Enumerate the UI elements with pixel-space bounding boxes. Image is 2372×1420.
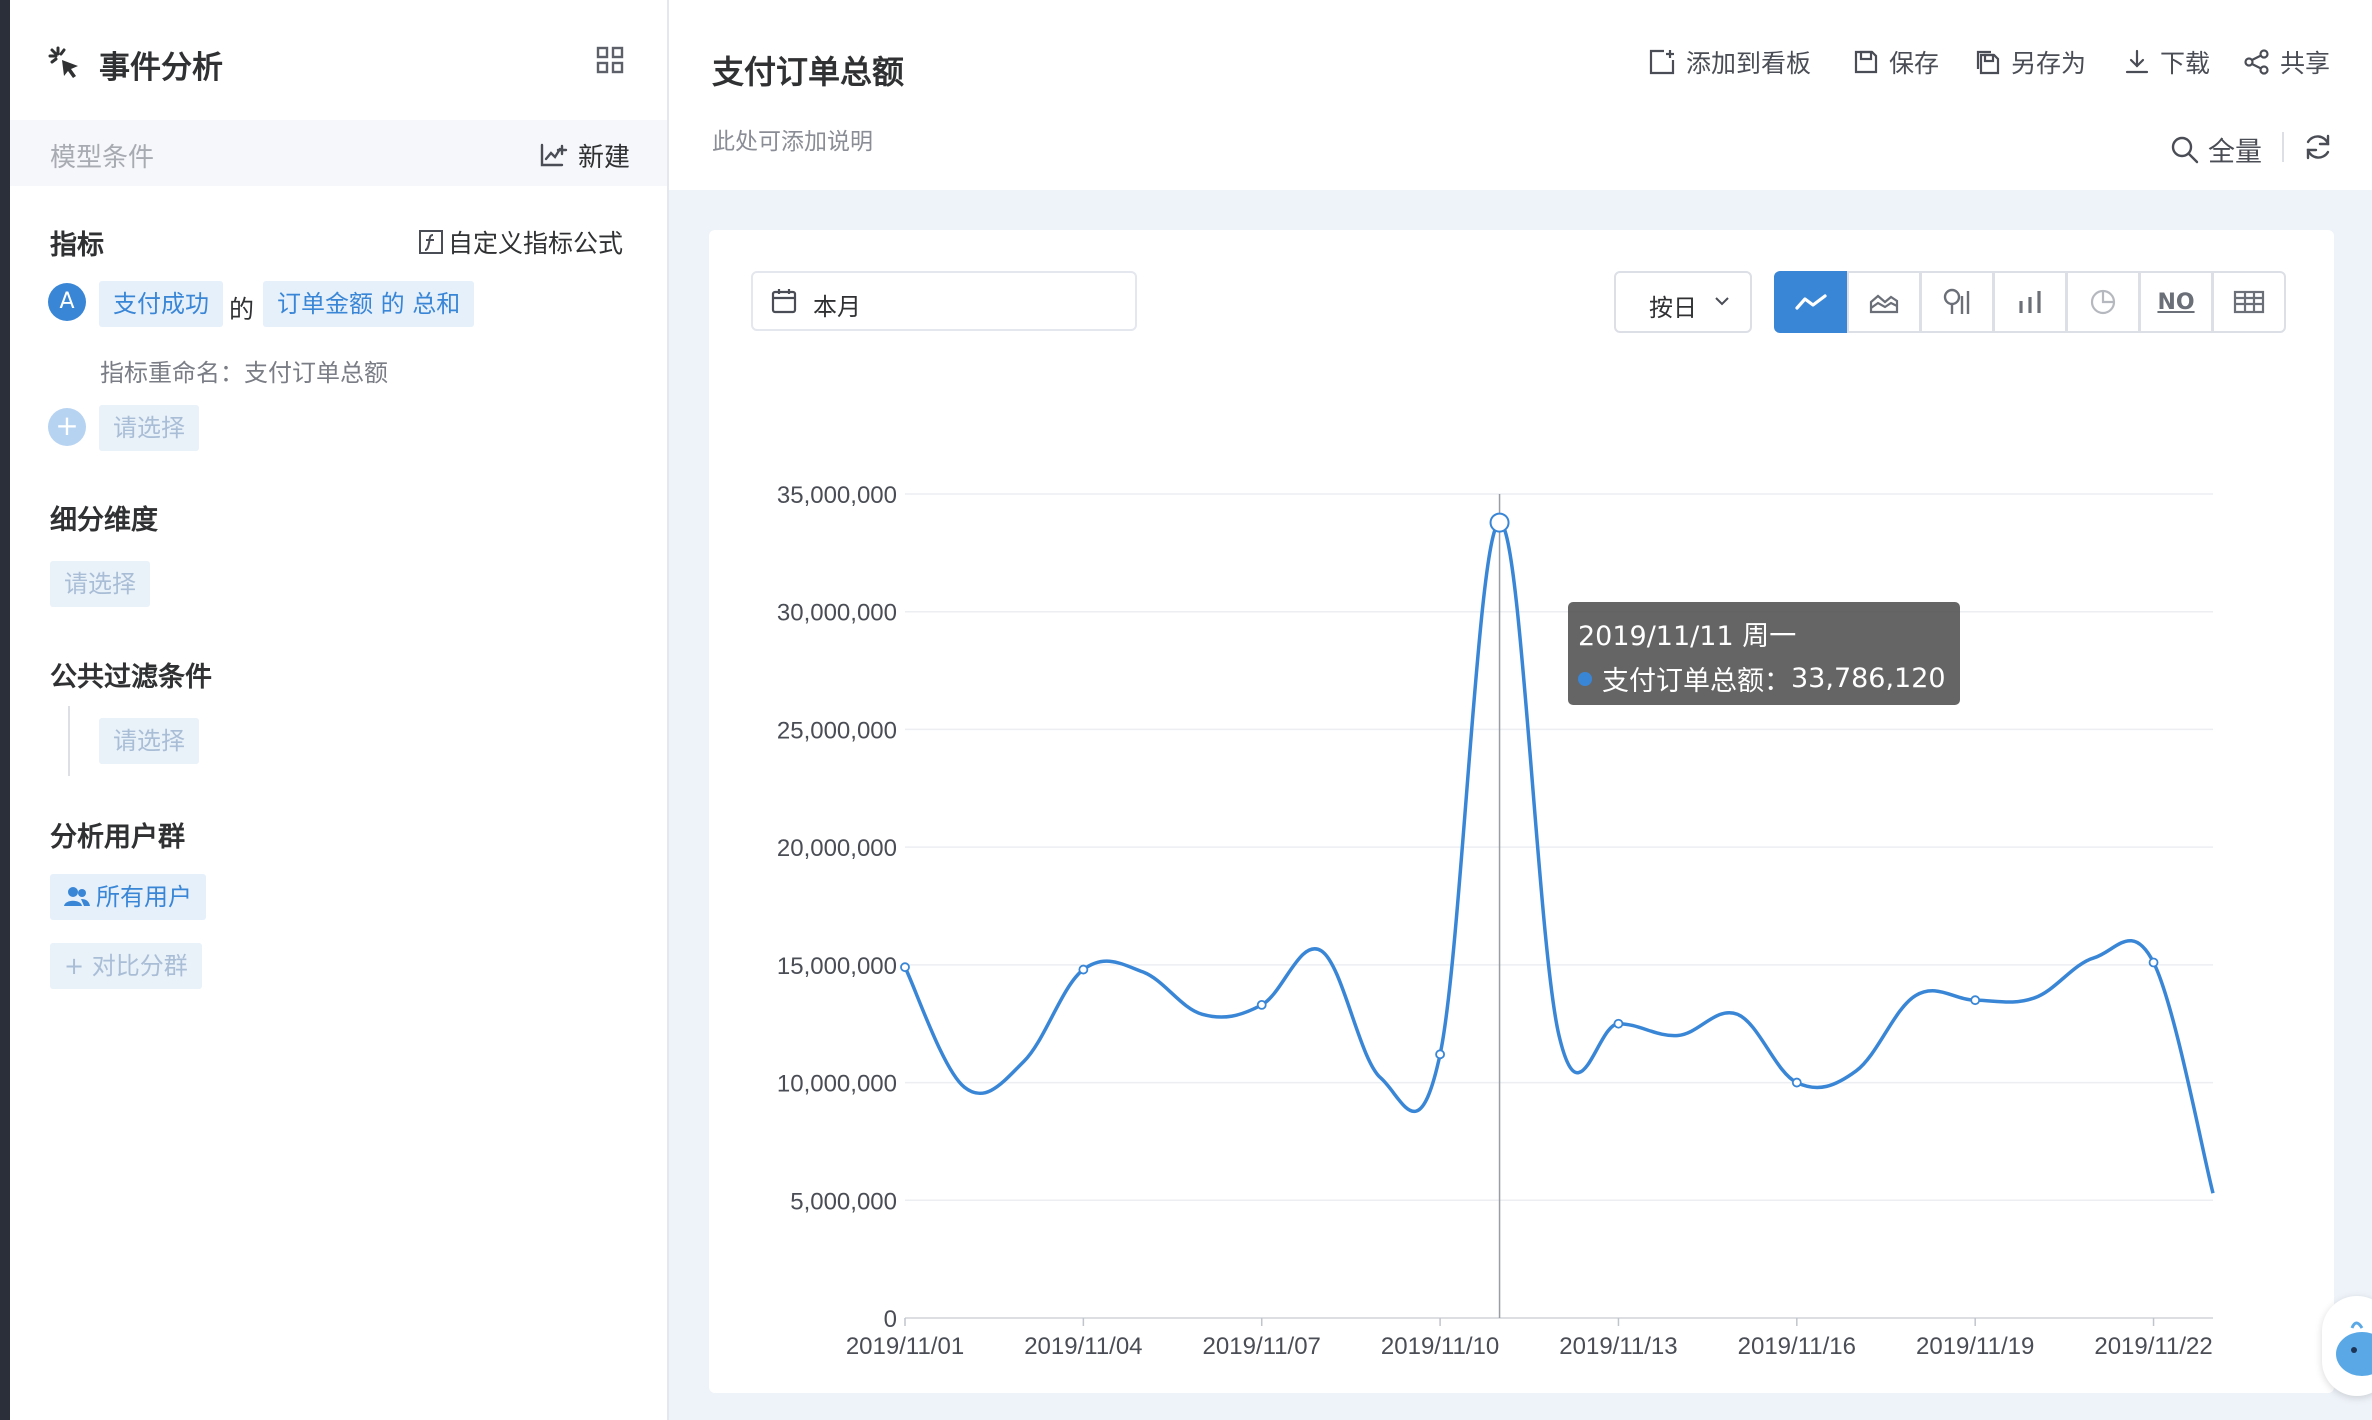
tooltip-date: 2019/11/11 周一 bbox=[1578, 621, 1797, 652]
grid-lines bbox=[905, 493, 2213, 1319]
y-tick-label: 30,000,000 bbox=[777, 600, 897, 627]
y-tick-label: 0 bbox=[884, 1306, 897, 1333]
x-tick-label: 2019/11/13 bbox=[1559, 1333, 1677, 1360]
highlighted-point bbox=[1489, 512, 1510, 533]
y-tick-label: 35,000,000 bbox=[777, 482, 897, 509]
y-axis-ticks: 0 5,000,000 10,000,000 15,000,000 20,000,000… bbox=[777, 482, 897, 1333]
data-point bbox=[900, 962, 910, 973]
tooltip-value: 33,786,120 bbox=[1791, 663, 1946, 694]
y-tick-label: 15,000,000 bbox=[777, 953, 897, 980]
data-point bbox=[2148, 957, 2159, 968]
x-tick-label: 2019/11/19 bbox=[1916, 1333, 2034, 1360]
series-line[interactable] bbox=[903, 520, 2215, 1194]
data-point bbox=[1435, 1049, 1445, 1060]
data-point bbox=[1970, 995, 1981, 1006]
y-tick-label: 5,000,000 bbox=[790, 1188, 897, 1215]
assistant-widget[interactable] bbox=[2322, 1296, 2372, 1396]
whale-icon bbox=[2332, 1314, 2372, 1378]
y-tick-label: 20,000,000 bbox=[777, 835, 897, 862]
data-point bbox=[1613, 1018, 1624, 1029]
data-point bbox=[1078, 964, 1089, 975]
x-tick-label: 2019/11/22 bbox=[2094, 1333, 2212, 1360]
line-chart[interactable]: 0 5,000,000 10,000,000 15,000,000 20,000,000… bbox=[0, 0, 2372, 1420]
x-tick-label: 2019/11/16 bbox=[1738, 1333, 1856, 1360]
y-tick-label: 10,000,000 bbox=[777, 1071, 897, 1098]
data-point bbox=[1256, 999, 1267, 1010]
x-tick-label: 2019/11/01 bbox=[846, 1333, 964, 1360]
chart-tooltip: 2019/11/11 周一 支付订单总额： 33,786,120 bbox=[1568, 602, 1960, 705]
tooltip-series-dot bbox=[1578, 671, 1592, 686]
tooltip-series-label: 支付订单总额： bbox=[1602, 666, 1791, 697]
y-tick-label: 25,000,000 bbox=[777, 717, 897, 744]
x-tick-label: 2019/11/04 bbox=[1024, 1333, 1142, 1360]
x-axis-ticks: 2019/11/01 2019/11/04 2019/11/07 2019/11/10… bbox=[846, 1318, 2213, 1360]
x-tick-label: 2019/11/10 bbox=[1381, 1333, 1499, 1360]
data-point bbox=[1791, 1077, 1802, 1088]
x-tick-label: 2019/11/07 bbox=[1203, 1333, 1321, 1360]
